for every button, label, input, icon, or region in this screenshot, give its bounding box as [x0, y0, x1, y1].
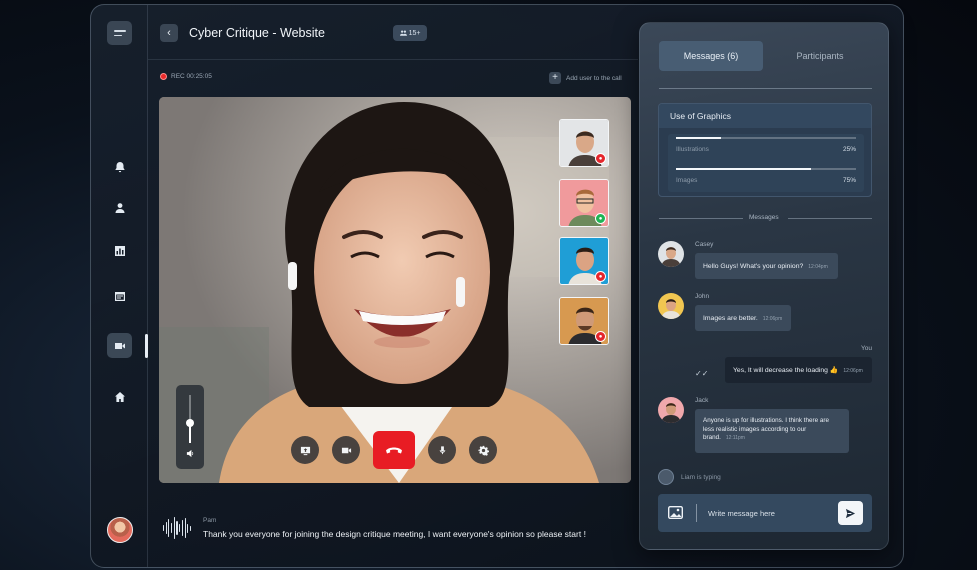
poll-bar: [676, 137, 856, 139]
divider: [659, 218, 743, 219]
message-text: Yes, It will decrease the loading 👍: [733, 367, 839, 374]
speaker-icon: [184, 447, 196, 459]
typing-text: Liam is typing: [681, 473, 721, 481]
participant-thumbnail[interactable]: ●: [559, 119, 609, 167]
main-video: ● ● ● ●: [159, 97, 631, 483]
avatar[interactable]: [658, 241, 684, 267]
message-time: 12:06pm: [762, 316, 783, 322]
user-icon[interactable]: [107, 195, 132, 220]
message-composer: [658, 494, 872, 532]
poll-bar-fill: [676, 168, 811, 170]
participant-thumbnail[interactable]: ●: [559, 297, 609, 345]
recording-indicator: REC 00:25:05: [160, 73, 212, 80]
message-sender: Jack: [695, 397, 709, 404]
message-time: 12:06pm: [843, 368, 863, 374]
double-check-icon: ✓✓: [695, 369, 709, 378]
poll-option-label: Illustrations: [676, 146, 709, 153]
chevron-left-icon: ‹: [167, 27, 171, 39]
typing-avatar: [658, 469, 674, 485]
end-call-button[interactable]: [373, 431, 415, 469]
message-time: 12:04pm: [808, 264, 828, 270]
settings-icon: [477, 445, 489, 456]
chat-panel: Messages (6) Participants Use of Graphic…: [639, 22, 889, 550]
poll-results: Illustrations 25% Images 75%: [668, 134, 864, 192]
home-icon[interactable]: [107, 384, 132, 409]
active-nav-indicator: [145, 334, 148, 358]
poll-option-percent: 25%: [842, 146, 856, 153]
participant-thumbnail[interactable]: ●: [559, 179, 609, 227]
mic-off-icon: ●: [595, 271, 606, 282]
message-bubble: Images are better. 12:06pm: [695, 305, 791, 331]
screen-share-icon: [300, 446, 310, 455]
avatar[interactable]: [658, 397, 684, 423]
mic-off-icon: ●: [595, 331, 606, 342]
message-bubble: Hello Guys! What's your opinion? 12:04pm: [695, 253, 838, 279]
mic-off-icon: ●: [595, 153, 606, 164]
bell-icon[interactable]: [107, 154, 132, 179]
bar-chart-icon[interactable]: [107, 238, 132, 263]
message-sender: You: [861, 345, 872, 352]
call-controls: [291, 431, 497, 469]
poll-option-percent: 75%: [842, 177, 856, 184]
camera-toggle-button[interactable]: [332, 436, 360, 464]
page-title: Cyber Critique - Website: [189, 26, 325, 40]
call-header: ‹ Cyber Critique - Website 15+: [148, 5, 638, 60]
poll-card[interactable]: Use of Graphics Illustrations 25% Images…: [658, 103, 872, 197]
divider: [788, 218, 872, 219]
poll-bar-fill: [676, 137, 721, 139]
add-user-label: Add user to the call: [566, 74, 622, 82]
send-button[interactable]: [838, 501, 863, 525]
message-text: Hello Guys! What's your opinion?: [703, 263, 804, 270]
typing-indicator: Liam is typing: [658, 469, 721, 485]
recording-timer: REC 00:25:05: [171, 73, 212, 80]
divider: [696, 504, 697, 522]
message-input[interactable]: [708, 505, 828, 521]
record-icon: [160, 73, 167, 80]
plus-icon: +: [549, 72, 561, 84]
poll-title: Use of Graphics: [659, 104, 871, 128]
message-text: Anyone is up for illustrations. I think …: [703, 417, 830, 441]
message-bubble: Anyone is up for illustrations. I think …: [695, 409, 849, 453]
volume-knob[interactable]: [186, 418, 194, 427]
participants-count: 15+: [408, 29, 421, 37]
back-button[interactable]: ‹: [160, 24, 178, 42]
screen-share-button[interactable]: [291, 436, 319, 464]
group-icon: [399, 30, 407, 36]
message-bubble: Yes, It will decrease the loading 👍 12:06…: [725, 357, 872, 383]
end-call-icon: [386, 447, 402, 454]
calendar-icon[interactable]: [107, 283, 132, 308]
image-attach-icon[interactable]: [668, 506, 683, 519]
avatar[interactable]: [107, 517, 133, 543]
mic-icon: [439, 445, 445, 454]
message-sender: Casey: [695, 241, 714, 248]
mic-on-icon: ●: [595, 213, 606, 224]
message-text: Images are better.: [703, 315, 758, 322]
message-sender: John: [695, 293, 710, 300]
messages-divider-label: Messages: [749, 214, 779, 221]
mic-toggle-button[interactable]: [428, 436, 456, 464]
divider: [659, 88, 872, 89]
participants-count-badge[interactable]: 15+: [393, 25, 427, 41]
menu-icon[interactable]: [107, 21, 132, 45]
caption-text: Thank you everyone for joining the desig…: [203, 529, 586, 539]
video-icon[interactable]: [107, 333, 132, 358]
audio-wave-icon: [163, 515, 191, 541]
settings-button[interactable]: [469, 436, 497, 464]
send-icon: [845, 508, 856, 518]
tab-participants[interactable]: Participants: [768, 41, 872, 71]
message-time: 12:11pm: [725, 435, 745, 441]
avatar[interactable]: [658, 293, 684, 319]
sidebar: [91, 5, 148, 567]
participant-thumbnail[interactable]: ●: [559, 237, 609, 285]
add-user-button[interactable]: + Add user to the call: [549, 72, 622, 84]
tab-messages[interactable]: Messages (6): [659, 41, 763, 71]
volume-slider[interactable]: [176, 385, 204, 469]
poll-option-label: Images: [676, 177, 698, 184]
caption-speaker: Pam: [203, 517, 217, 524]
video-icon: [341, 447, 351, 453]
poll-bar: [676, 168, 856, 170]
